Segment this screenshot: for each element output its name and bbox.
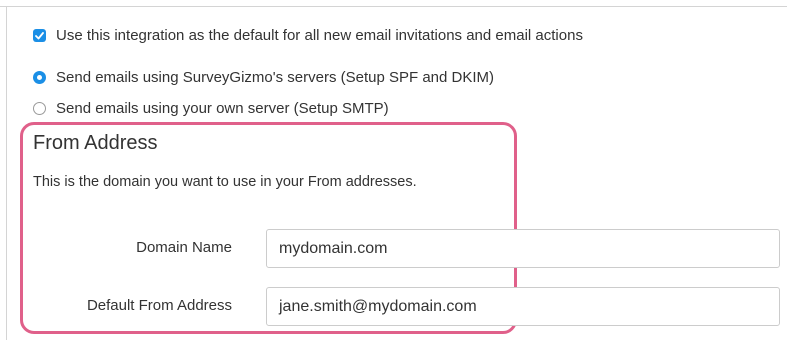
domain-name-label: Domain Name xyxy=(136,239,232,256)
send-option-surveygizmo[interactable]: Send emails using SurveyGizmo's servers … xyxy=(33,69,494,86)
send-own-server-radio[interactable] xyxy=(33,102,46,115)
default-integration-option[interactable]: Use this integration as the default for … xyxy=(33,27,583,44)
default-integration-label: Use this integration as the default for … xyxy=(56,27,583,44)
default-from-input[interactable]: jane.smith@mydomain.com xyxy=(266,287,780,326)
send-own-server-label: Send emails using your own server (Setup… xyxy=(56,100,389,117)
domain-name-input[interactable]: mydomain.com xyxy=(266,229,780,268)
default-from-label: Default From Address xyxy=(86,297,232,314)
send-option-own-server[interactable]: Send emails using your own server (Setup… xyxy=(33,100,389,117)
send-surveygizmo-radio[interactable] xyxy=(33,71,46,84)
domain-name-value: mydomain.com xyxy=(279,239,388,257)
panel-top-border xyxy=(0,6,787,7)
from-address-description: This is the domain you want to use in yo… xyxy=(33,174,417,190)
panel-left-border xyxy=(6,6,7,340)
from-address-title: From Address xyxy=(33,132,158,154)
checkmark-icon xyxy=(35,31,44,39)
send-surveygizmo-label: Send emails using SurveyGizmo's servers … xyxy=(56,69,495,86)
default-from-value: jane.smith@mydomain.com xyxy=(279,297,477,315)
default-integration-checkbox[interactable] xyxy=(33,29,46,42)
